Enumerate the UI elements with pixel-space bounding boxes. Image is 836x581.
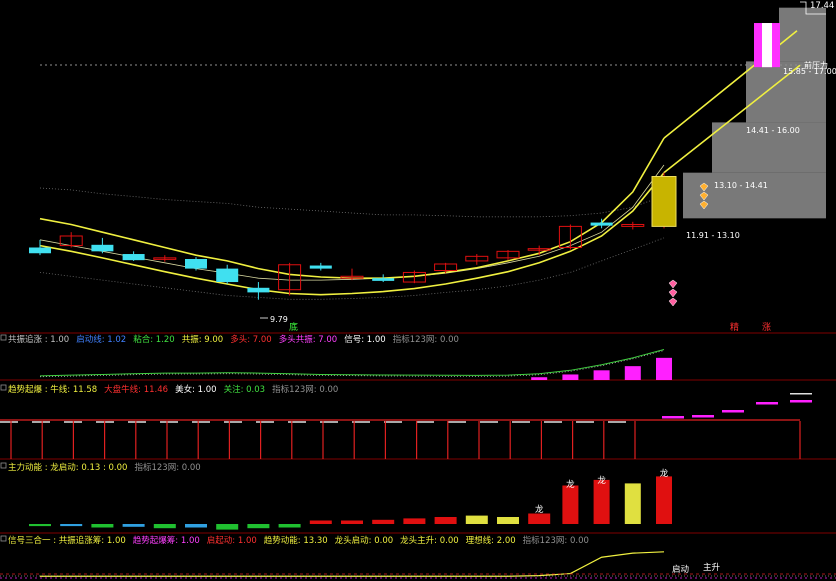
zhuli-bar: [465, 515, 488, 524]
pressure-capsule-highlight: [762, 23, 772, 68]
zhuli-bar: [29, 524, 51, 527]
zhuli-bar: [153, 524, 176, 529]
zhuli-bar: [341, 520, 363, 524]
pressure-label: 前压力: [804, 60, 828, 70]
gongzhen-bar: [562, 374, 579, 380]
legend-gongzhen-item: 粘合: 1.20: [133, 334, 175, 345]
zhuli-bar-label: 龙: [535, 504, 544, 515]
zhuli-bar: [309, 520, 332, 524]
legend-gongzhen-item: 多头共振: 7.00: [279, 334, 338, 345]
candle-body: [122, 254, 145, 261]
target-zone-3: [779, 7, 826, 62]
xinhao-yellow-line: [40, 551, 665, 577]
jing-marker-label: 精: [730, 321, 739, 333]
zhuli-bar: [91, 524, 114, 528]
candle-body: [372, 278, 395, 281]
pink-diamond-icon: [668, 279, 678, 289]
zhuli-bar: [372, 519, 395, 524]
candle-body: [590, 222, 613, 226]
candle-body: [216, 268, 239, 283]
legend-qushi-item: 指标123网: 0.00: [272, 384, 338, 395]
legend-gongzhen-item: 启动线: 1.02: [76, 334, 126, 345]
legend-xinhao-item: 趋势动能: 13.30: [264, 535, 328, 546]
zhuli-bar: [216, 524, 239, 530]
qushi-magenta-step: [692, 415, 714, 418]
legend-toggle-icon: [0, 384, 7, 391]
gongzhen-bar: [531, 377, 548, 380]
legend-xinhao-item: 理想线: 2.00: [466, 535, 516, 546]
qushi-magenta-step: [722, 410, 744, 413]
legend-gongzhen-item: 共振: 9.00: [182, 334, 224, 345]
legend-qushi-item: 大盘牛线: 11.46: [104, 384, 168, 395]
xinhao-rise-mark: 主升: [703, 562, 721, 573]
stock-indicator-chart[interactable]: 17.4415.85 - 17.0014.41 - 16.0013.10 - 1…: [0, 0, 836, 581]
qushi-white-step: [790, 393, 812, 395]
candle-body: [247, 287, 270, 293]
zhuli-bar: [624, 483, 641, 524]
zhuli-bar-label: 龙: [597, 475, 606, 486]
zhuli-bar: [403, 518, 426, 524]
gongzhen-white-dotted-line: [39, 350, 665, 378]
legend-toggle-icon: [0, 462, 7, 469]
legend-gongzhen-item: 多头: 7.00: [230, 334, 272, 345]
qushi-magenta-step: [756, 402, 778, 405]
legend-gongzhen-item: 信号: 1.00: [344, 334, 386, 345]
zhuli-bar: [122, 524, 145, 527]
legend-xinhao-item: 趋势起爆筹: 1.00: [133, 535, 200, 546]
xinhao-start-mark: 启动: [672, 564, 690, 575]
band-upper-dotted-line: [39, 187, 665, 218]
zone-label-4: 11.91 - 13.10: [686, 231, 740, 240]
legend-qushi-item: 趋势起爆 : 牛线: 11.58: [8, 384, 97, 395]
ma-inner-line: [39, 164, 665, 281]
zhuli-bar: [497, 517, 519, 524]
zhuli-bar-label: 龙: [660, 468, 669, 479]
legend-toggle-icon: [0, 334, 7, 341]
legend-xinhao-item: 指标123网: 0.00: [523, 535, 589, 546]
legend-xinhao-item: 龙头主升: 0.00: [400, 535, 459, 546]
bottom-marker-label: 底: [289, 321, 298, 333]
legend-zhuli-item: 主力动能 : 龙启动: 0.13 : 0.00: [8, 462, 127, 473]
legend-gongzhen-item: 指标123网: 0.00: [393, 334, 459, 345]
legend-gongzhen-item: 共振追涨 : 1.00: [8, 334, 69, 345]
gongzhen-bar: [624, 366, 641, 380]
zhuli-bar: [593, 479, 610, 524]
gongzhen-bar: [593, 370, 610, 380]
legend-zhuli-item: 指标123网: 0.00: [134, 462, 200, 473]
zhuli-bar: [562, 485, 579, 524]
qushi-magenta-step: [662, 416, 684, 419]
legend-qushi-item: 美女: 1.00: [175, 384, 217, 395]
zhuli-bar: [247, 524, 270, 529]
zone-label-2: 14.41 - 16.00: [746, 126, 800, 135]
pink-diamond-icon: [668, 288, 678, 298]
candle-body: [309, 265, 332, 269]
legend-qushi-item: 关注: 0.03: [224, 384, 266, 395]
legend-xinhao-item: 龙头启动: 0.00: [335, 535, 394, 546]
candle-body-breakout: [651, 176, 677, 227]
candle-body: [29, 247, 51, 254]
zhuli-bar: [528, 513, 551, 524]
zhuli-bar: [434, 517, 457, 524]
candle-body: [185, 259, 207, 269]
low-price-label: 9.79: [270, 315, 288, 324]
zhang-marker-label: 涨: [762, 322, 771, 333]
top-price-label: 17.44: [810, 1, 834, 11]
legend-xinhao-item: 信号三合一 : 共振追涨筹: 1.00: [8, 535, 126, 546]
zhuli-bar: [278, 524, 301, 528]
gongzhen-green-line: [39, 349, 665, 377]
zhuli-bar: [185, 524, 207, 528]
candle-body: [91, 244, 114, 252]
legend-toggle-icon: [0, 535, 7, 542]
zone-label-3: 13.10 - 14.41: [714, 181, 768, 190]
pink-diamond-icon: [668, 297, 678, 307]
qushi-magenta-step: [790, 400, 812, 403]
zhuli-bar: [656, 476, 672, 524]
zhuli-bar-label: 龙: [566, 479, 575, 490]
zhuli-bar: [60, 524, 83, 527]
legend-xinhao-item: 启起动: 1.00: [207, 535, 257, 546]
gongzhen-bar: [656, 357, 672, 380]
